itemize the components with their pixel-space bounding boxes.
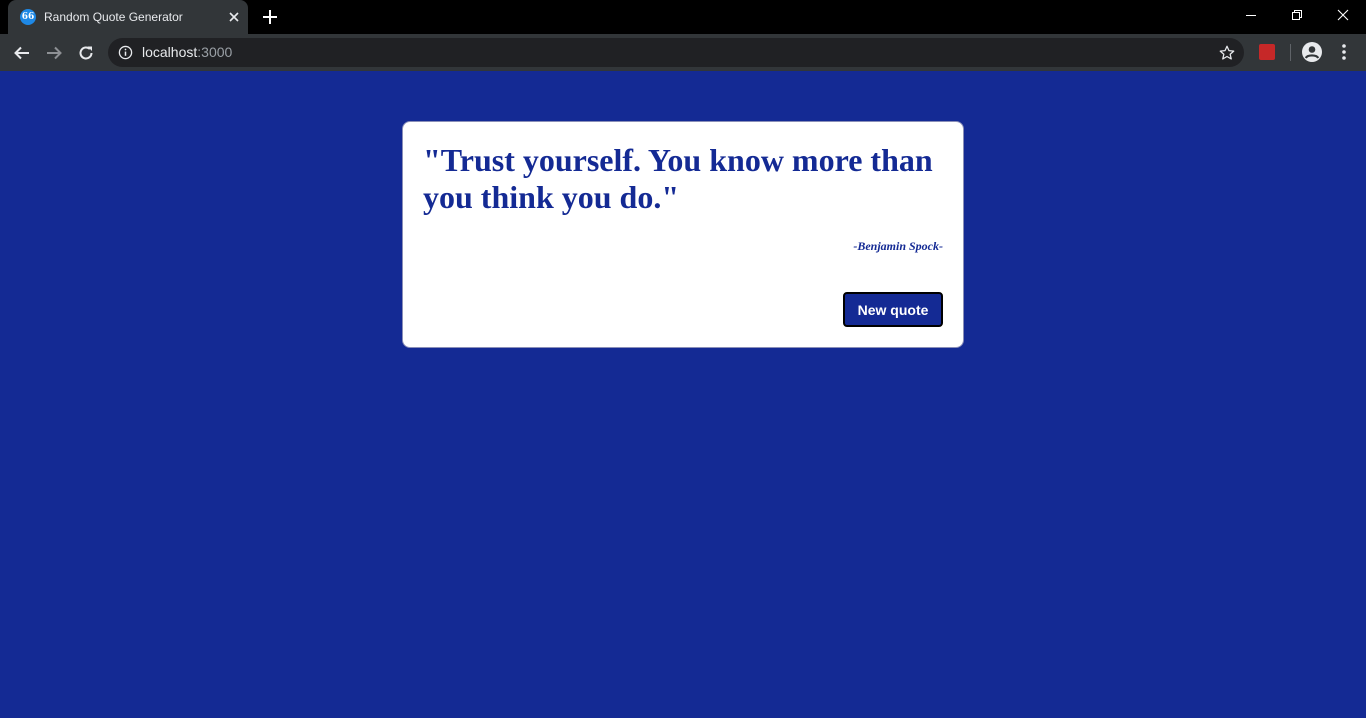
arrow-right-icon: [47, 46, 62, 60]
restore-icon: [1292, 10, 1302, 20]
address-bar[interactable]: localhost:3000: [108, 38, 1244, 67]
browser-tabstrip: 66 Random Quote Generator: [0, 0, 1366, 34]
forward-button[interactable]: [40, 39, 68, 67]
tab-title: Random Quote Generator: [44, 10, 183, 24]
quote-card: "Trust yourself. You know more than you …: [402, 121, 964, 348]
url-text[interactable]: localhost:3000: [142, 44, 232, 61]
close-icon: [1337, 9, 1349, 21]
browser-toolbar: localhost:3000: [0, 34, 1366, 71]
url-host: localhost: [142, 44, 198, 60]
reload-button[interactable]: [72, 39, 100, 67]
tab-close-icon[interactable]: [226, 9, 242, 25]
star-icon[interactable]: [1218, 44, 1236, 62]
arrow-left-icon: [14, 46, 29, 60]
kebab-menu-icon[interactable]: [1334, 41, 1354, 63]
new-quote-button[interactable]: New quote: [843, 292, 943, 327]
minimize-button[interactable]: [1228, 0, 1274, 30]
close-window-button[interactable]: [1320, 0, 1366, 30]
account-circle-icon[interactable]: [1301, 41, 1323, 63]
tab-favicon-icon: 66: [20, 9, 36, 25]
restore-button[interactable]: [1274, 0, 1320, 30]
toolbar-divider: [1290, 44, 1291, 61]
url-port: :3000: [197, 44, 233, 60]
new-tab-icon[interactable]: [260, 7, 280, 27]
back-button[interactable]: [8, 39, 36, 67]
quote-author: -Benjamin Spock-: [853, 239, 943, 253]
quote-text: "Trust yourself. You know more than you …: [423, 142, 933, 215]
minimize-icon: [1246, 15, 1256, 16]
reload-icon: [79, 46, 93, 60]
page-viewport: "Trust yourself. You know more than you …: [0, 71, 1366, 718]
extension-icon[interactable]: [1259, 44, 1275, 60]
info-icon[interactable]: [118, 45, 133, 60]
browser-tab[interactable]: 66 Random Quote Generator: [8, 0, 248, 34]
